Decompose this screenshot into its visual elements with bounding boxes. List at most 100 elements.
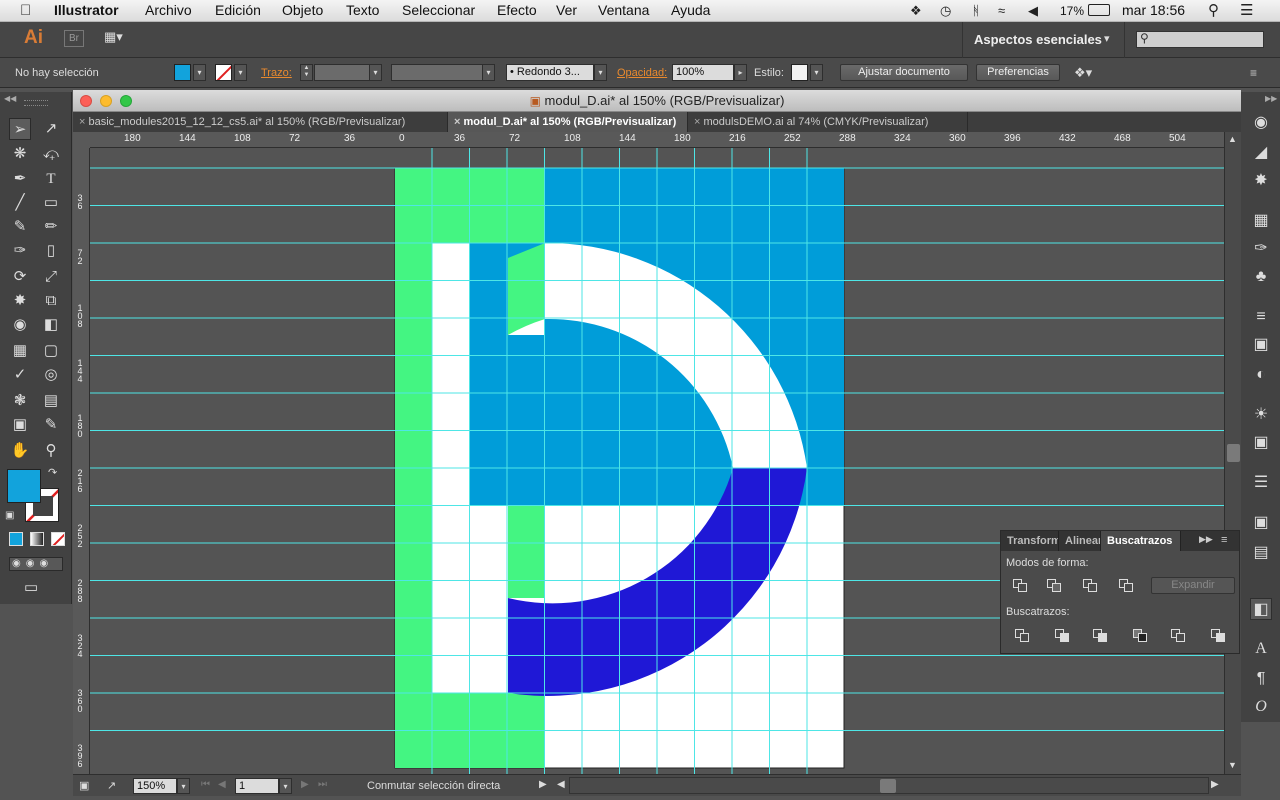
zoom-tool-icon[interactable]: ⚲ (40, 440, 62, 462)
scroll-right-icon[interactable]: ▶ (1211, 779, 1219, 790)
slice-tool-icon[interactable]: ✎ (40, 414, 62, 436)
variable-width-profile[interactable] (391, 64, 483, 81)
line-tool-icon[interactable]: ╱ (9, 192, 31, 214)
magic-wand-tool-icon[interactable]: ❋ (9, 143, 31, 165)
last-page-icon[interactable]: ⏭ (318, 779, 327, 790)
fit-document-button[interactable]: Ajustar documento (840, 64, 968, 81)
page-field[interactable]: 1 (235, 778, 279, 794)
profile-dropdown-icon[interactable]: ▾ (482, 64, 495, 81)
free-transform-tool-icon[interactable]: ⧉ (40, 290, 62, 312)
shape-builder-tool-icon[interactable]: ◉ (9, 314, 31, 336)
help-search-input[interactable] (1136, 31, 1264, 48)
chevron-down-icon[interactable]: ▾ (1104, 32, 1110, 45)
none-mode-icon[interactable] (51, 532, 65, 546)
paintbrush-tool-icon[interactable]: ✎ (9, 216, 31, 238)
gradient-mode-icon[interactable] (30, 532, 44, 546)
dropbox-icon[interactable]: ❖ (910, 3, 922, 19)
close-tab-icon[interactable]: × (694, 116, 700, 128)
stroke-weight-dropdown-icon[interactable]: ▾ (369, 64, 382, 81)
merge-icon[interactable] (1093, 629, 1109, 643)
column-graph-tool-icon[interactable]: ▤ (40, 390, 62, 412)
blob-brush-tool-icon[interactable]: ✑ (9, 240, 31, 262)
spotlight-icon[interactable]: ⚲ (1208, 1, 1219, 19)
opacity-field[interactable]: 100% (672, 64, 734, 81)
opacity-arrow-icon[interactable]: ▸ (734, 64, 747, 81)
wifi-icon[interactable]: ≈ (998, 3, 1005, 18)
vertical-scroll-thumb[interactable] (1227, 444, 1240, 462)
character-panel-icon[interactable]: A (1250, 638, 1272, 660)
intersect-icon[interactable] (1083, 579, 1099, 593)
pencil-tool-icon[interactable]: ✏ (40, 216, 62, 238)
stroke-panel-icon[interactable]: ≡ (1250, 306, 1272, 328)
bridge-button[interactable]: Br (64, 30, 84, 47)
green-bottom-tab[interactable] (508, 505, 545, 598)
notification-center-icon[interactable]: ☰ (1240, 1, 1253, 19)
canvas[interactable] (90, 148, 1224, 774)
hand-tool-icon[interactable]: ✋ (9, 440, 31, 462)
stroke-weight-field[interactable] (314, 64, 370, 81)
menu-ver[interactable]: Ver (556, 2, 577, 18)
eyedropper-tool-icon[interactable]: ✓ (9, 364, 31, 386)
menu-edicion[interactable]: Edición (215, 2, 261, 18)
layers-icon[interactable]: ☰ (1250, 472, 1272, 494)
blend-tool-icon[interactable]: ◎ (40, 364, 62, 386)
scroll-down-icon[interactable]: ▼ (1228, 760, 1237, 770)
align-panel-icon[interactable]: ▤ (1250, 542, 1272, 564)
style-dropdown-icon[interactable]: ▾ (810, 64, 823, 81)
unite-icon[interactable] (1013, 579, 1029, 593)
preferences-button[interactable]: Preferencias (976, 64, 1060, 81)
arrange-documents-icon[interactable]: ▦▾ (104, 29, 134, 48)
workspace-switcher[interactable]: Aspectos esenciales (974, 32, 1102, 47)
battery-icon[interactable] (1088, 4, 1110, 16)
menu-efecto[interactable]: Efecto (497, 2, 537, 18)
volume-icon[interactable]: ◀ (1028, 3, 1038, 19)
arrange-icon[interactable]: ❖▾ (1074, 65, 1092, 81)
expand-panels-icon[interactable]: ▶▶ (1265, 94, 1277, 103)
collapse-panel-icon[interactable]: ▶▶ (1199, 534, 1213, 545)
default-colors-icon[interactable]: ▣ (5, 510, 14, 521)
stroke-label[interactable]: Trazo: (261, 67, 292, 79)
opentype-panel-icon[interactable]: O (1250, 696, 1272, 718)
swatches-icon[interactable]: ▦ (1250, 210, 1272, 232)
time-machine-icon[interactable]: ◷ (940, 3, 951, 19)
tab-moduls-demo[interactable]: × modulsDEMO.ai al 74% (CMYK/Previsualiz… (688, 112, 968, 132)
close-window-icon[interactable] (80, 95, 92, 107)
color-mode-icon[interactable] (9, 532, 23, 546)
artboards-icon[interactable]: ▣ (1250, 432, 1272, 454)
transform-panel-icon[interactable]: ▣ (1250, 512, 1272, 534)
scroll-up-icon[interactable]: ▲ (1228, 134, 1237, 144)
panel-grip[interactable] (24, 100, 48, 106)
menu-archivo[interactable]: Archivo (145, 2, 192, 18)
crop-icon[interactable] (1133, 629, 1149, 643)
gradient-tool-icon[interactable]: ▢ (40, 340, 62, 362)
eraser-tool-icon[interactable]: ▯ (40, 240, 62, 262)
rectangle-tool-icon[interactable]: ▭ (40, 192, 62, 214)
vertical-ruler[interactable]: 36 72 108 144 180 216 252 288 324 360 396 (73, 148, 90, 774)
minus-back-icon[interactable] (1211, 629, 1227, 643)
direct-selection-tool-icon[interactable]: ↗ (40, 118, 62, 140)
rotate-tool-icon[interactable]: ⟳ (9, 266, 31, 288)
zoom-dropdown-icon[interactable]: ▾ (177, 778, 190, 794)
clock[interactable]: mar 18:56 (1122, 2, 1185, 18)
opacity-label[interactable]: Opacidad: (617, 67, 667, 79)
gradient-panel-icon[interactable]: ▣ (1250, 334, 1272, 356)
panel-menu-icon[interactable]: ≡ (1221, 534, 1227, 546)
minimize-window-icon[interactable] (100, 95, 112, 107)
fill-color-swatch[interactable] (174, 64, 191, 81)
menu-ventana[interactable]: Ventana (598, 2, 649, 18)
transparency-icon[interactable]: ◐ (1250, 364, 1272, 386)
paragraph-panel-icon[interactable]: ¶ (1250, 668, 1272, 690)
artboard-tool-icon[interactable]: ▣ (9, 414, 31, 436)
appearance-icon[interactable]: ✸ (1250, 170, 1272, 192)
menu-ayuda[interactable]: Ayuda (671, 2, 710, 18)
trim-icon[interactable] (1055, 629, 1071, 643)
zoom-window-icon[interactable] (120, 95, 132, 107)
scroll-left-icon[interactable]: ◀ (557, 779, 565, 790)
zoom-field[interactable]: 150% (133, 778, 177, 794)
minus-front-icon[interactable] (1047, 579, 1063, 593)
tab-align[interactable]: Alinear (1059, 531, 1101, 551)
export-icon[interactable]: ↗ (107, 779, 116, 792)
exclude-icon[interactable] (1119, 579, 1135, 593)
symbol-sprayer-tool-icon[interactable]: ❃ (9, 390, 31, 412)
collapse-icon[interactable]: ◀◀ (4, 94, 16, 103)
